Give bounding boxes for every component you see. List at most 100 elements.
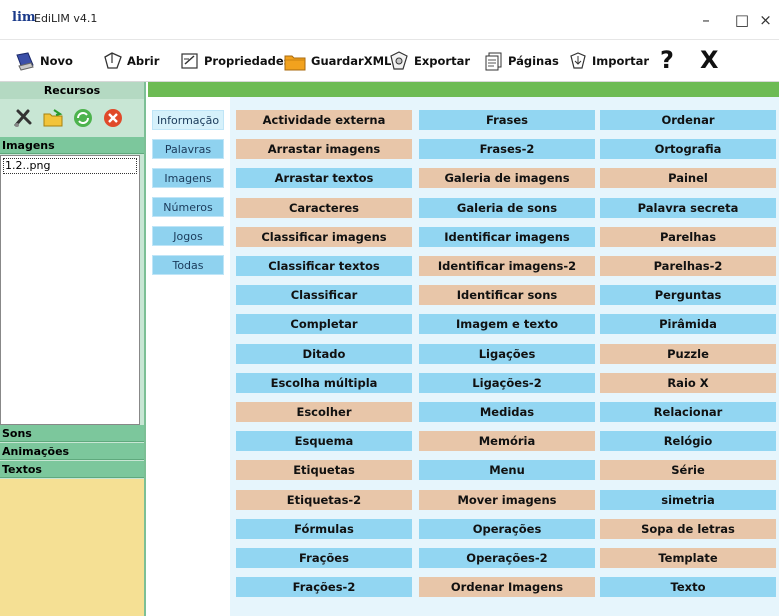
novo-button[interactable]: Novo [14, 48, 73, 74]
guardar-xml-label: GuardarXML [311, 54, 392, 68]
category-palavras[interactable]: Palavras [152, 139, 224, 159]
activity-grid: Actividade externa Arrastar imagens Arrast… [230, 97, 779, 616]
activity-button[interactable]: Arrastar imagens [236, 139, 412, 159]
open-folder-icon[interactable] [42, 107, 64, 129]
activity-button[interactable]: Identificar imagens [419, 227, 595, 247]
folder-save-icon [284, 55, 306, 71]
activity-button[interactable]: simetria [600, 490, 776, 510]
novo-label: Novo [40, 54, 73, 68]
propriedades-label: Propriedades [204, 54, 291, 68]
activity-button[interactable]: Caracteres [236, 198, 412, 218]
file-list[interactable]: 1.2..png [0, 155, 140, 425]
refresh-icon[interactable] [72, 107, 94, 129]
exportar-button[interactable]: Exportar [388, 48, 470, 74]
category-todas[interactable]: Todas [152, 255, 224, 275]
activity-button[interactable]: Ligações [419, 344, 595, 364]
toolbar: Novo Abrir Propriedades GuardarXML Expor… [0, 40, 779, 82]
activity-button[interactable]: Ditado [236, 344, 412, 364]
tools-icon[interactable] [12, 107, 34, 129]
activity-button[interactable]: Operações [419, 519, 595, 539]
activity-button[interactable]: Medidas [419, 402, 595, 422]
activity-button[interactable]: Texto [600, 577, 776, 597]
open-icon [104, 52, 122, 69]
activity-button[interactable]: Frações-2 [236, 577, 412, 597]
title-bar: lim EdiLIM v4.1 – □ × [0, 0, 779, 40]
activity-button[interactable]: Esquema [236, 431, 412, 451]
activity-button[interactable]: Frações [236, 548, 412, 568]
activity-button[interactable]: Arrastar textos [236, 168, 412, 188]
activity-button[interactable]: Ordenar Imagens [419, 577, 595, 597]
activity-button[interactable]: Pirâmida [600, 314, 776, 334]
activity-button[interactable]: Imagem e texto [419, 314, 595, 334]
activity-button[interactable]: Raio X [600, 373, 776, 393]
help-button[interactable]: ? [660, 45, 674, 75]
activity-button[interactable]: Relógio [600, 431, 776, 451]
activity-button[interactable]: Frases [419, 110, 595, 130]
category-jogos[interactable]: Jogos [152, 226, 224, 246]
activity-button[interactable]: Ligações-2 [419, 373, 595, 393]
exportar-label: Exportar [414, 54, 471, 68]
activity-button[interactable]: Parelhas-2 [600, 256, 776, 276]
activity-button[interactable]: Escolha múltipla [236, 373, 412, 393]
importar-button[interactable]: Importar [568, 48, 649, 74]
section-animacoes[interactable]: Animações [0, 443, 144, 460]
activity-button[interactable]: Galeria de sons [419, 198, 595, 218]
resources-header: Recursos [0, 82, 144, 99]
header-strip [148, 82, 779, 97]
category-imagens[interactable]: Imagens [152, 168, 224, 188]
import-icon [570, 52, 586, 69]
activity-button[interactable]: Classificar [236, 285, 412, 305]
activity-button[interactable]: Fórmulas [236, 519, 412, 539]
category-informacao[interactable]: Informação [152, 110, 224, 130]
activity-button[interactable]: Relacionar [600, 402, 776, 422]
activity-button[interactable]: Etiquetas [236, 460, 412, 480]
activity-button[interactable]: Memória [419, 431, 595, 451]
abrir-label: Abrir [127, 54, 160, 68]
activity-button[interactable]: Palavra secreta [600, 198, 776, 218]
activity-button[interactable]: Classificar textos [236, 256, 412, 276]
activity-button[interactable]: Parelhas [600, 227, 776, 247]
paginas-button[interactable]: Páginas [484, 48, 559, 74]
activity-button[interactable]: Ordenar [600, 110, 776, 130]
activity-button[interactable]: Etiquetas-2 [236, 490, 412, 510]
activity-button[interactable]: Identificar imagens-2 [419, 256, 595, 276]
delete-icon[interactable] [102, 107, 124, 129]
activity-button[interactable]: Escolher [236, 402, 412, 422]
activity-button[interactable]: Série [600, 460, 776, 480]
activity-button[interactable]: Operações-2 [419, 548, 595, 568]
guardar-xml-button[interactable]: GuardarXML [283, 48, 391, 74]
activity-button[interactable]: Frases-2 [419, 139, 595, 159]
window-title: EdiLIM v4.1 [34, 12, 98, 25]
importar-label: Importar [592, 54, 649, 68]
minimize-button[interactable]: – [686, 6, 726, 34]
activity-button[interactable]: Template [600, 548, 776, 568]
export-icon [390, 51, 408, 70]
activity-button[interactable]: Actividade externa [236, 110, 412, 130]
activity-button[interactable]: Painel [600, 168, 776, 188]
propriedades-button[interactable]: Propriedades [180, 48, 291, 74]
activity-button[interactable]: Sopa de letras [600, 519, 776, 539]
activity-button[interactable]: Ortografia [600, 139, 776, 159]
activity-button[interactable]: Perguntas [600, 285, 776, 305]
resources-sidebar: Recursos Imagens 1.2..png Sons Animações… [0, 82, 146, 616]
activity-button[interactable]: Puzzle [600, 344, 776, 364]
category-numeros[interactable]: Números [152, 197, 224, 217]
exit-button[interactable]: X [700, 45, 719, 75]
app-logo: lim [12, 10, 36, 25]
pages-icon [485, 52, 502, 71]
abrir-button[interactable]: Abrir [103, 48, 159, 74]
resources-toolbar [0, 100, 144, 135]
activity-button[interactable]: Mover imagens [419, 490, 595, 510]
activity-button[interactable]: Identificar sons [419, 285, 595, 305]
activity-button[interactable]: Galeria de imagens [419, 168, 595, 188]
activity-button[interactable]: Menu [419, 460, 595, 480]
file-item[interactable]: 1.2..png [3, 158, 137, 174]
section-textos[interactable]: Textos [0, 461, 144, 478]
activity-button[interactable]: Classificar imagens [236, 227, 412, 247]
properties-icon [181, 53, 198, 69]
activity-button[interactable]: Completar [236, 314, 412, 334]
section-imagens[interactable]: Imagens [0, 137, 144, 154]
close-window-button[interactable]: × [752, 6, 779, 34]
section-sons[interactable]: Sons [0, 425, 144, 442]
new-book-icon [16, 52, 34, 71]
